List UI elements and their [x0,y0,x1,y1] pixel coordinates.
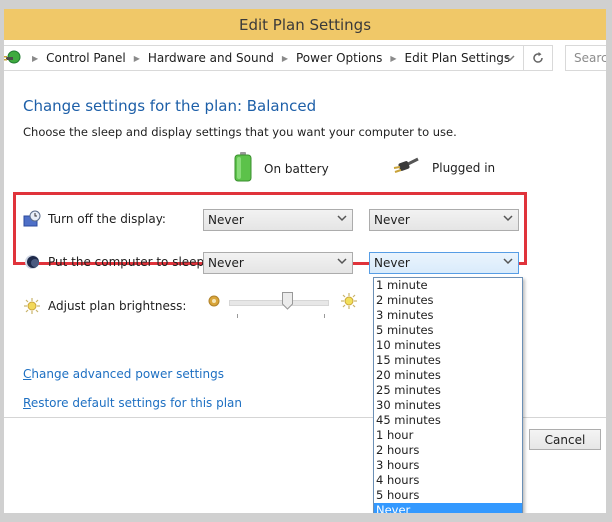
breadcrumb-power-options[interactable]: ▶ Power Options [274,51,383,65]
power-plug-icon [392,156,422,179]
display-timer-icon [23,210,41,228]
search-input[interactable]: Search [565,45,606,71]
refresh-icon [533,52,543,63]
sleep-plugged-in-dropdown-list[interactable]: 1 minute 2 minutes 3 minutes 5 minutes 10 mi… [373,277,523,513]
chevron-right-icon: ▶ [281,53,288,63]
brightness-slider[interactable] [204,292,364,322]
window-title: Edit Plan Settings [238,15,372,34]
sleep-on-battery-select[interactable]: Never [203,252,353,274]
dropdown-option[interactable]: 1 minute [374,278,522,293]
address-bar: ▶ Control Panel ▶ Hardware and Sound ▶ P… [4,40,606,76]
restore-default-settings-link[interactable]: Restore default settings for this plan [23,396,242,410]
sleep-label: Put the computer to sleep: [23,253,208,271]
chevron-right-icon: ▶ [390,53,397,63]
column-header-plugged-in: Plugged in [392,156,495,179]
dropdown-option[interactable]: 1 hour [374,428,522,443]
dropdown-option[interactable]: 25 minutes [374,383,522,398]
dropdown-option[interactable]: 30 minutes [374,398,522,413]
dropdown-option[interactable]: 15 minutes [374,353,522,368]
dropdown-option[interactable]: 5 minutes [374,323,522,338]
slider-tick [324,314,325,318]
edit-plan-settings-window: Edit Plan Settings ▶ Control Panel ▶ Har… [4,9,606,513]
slider-thumb[interactable] [282,292,294,310]
chevron-right-icon: ▶ [133,53,140,63]
cancel-button[interactable]: Cancel [529,429,601,450]
dropdown-option[interactable]: 20 minutes [374,368,522,383]
title-bar: Edit Plan Settings [4,9,606,40]
page-description: Choose the sleep and display settings th… [23,125,457,139]
sleep-moon-icon [23,253,41,271]
address-field[interactable]: ▶ Control Panel ▶ Hardware and Sound ▶ P… [4,45,553,71]
address-history-dropdown[interactable] [500,46,520,70]
sleep-plugged-in-select[interactable]: Never [369,252,519,274]
chevron-down-icon [505,55,515,62]
breadcrumb-edit-plan-settings[interactable]: ▶ Edit Plan Settings [382,51,510,65]
dropdown-option[interactable]: 45 minutes [374,413,522,428]
slider-tick [237,314,238,318]
brightness-high-icon [340,292,358,313]
brightness-label: Adjust plan brightness: [23,297,186,315]
chevron-down-icon [337,257,347,268]
dropdown-option[interactable]: 2 hours [374,443,522,458]
change-advanced-power-settings-link[interactable]: Change advanced power settings [23,367,224,381]
column-header-on-battery: On battery [234,152,329,185]
display-off-plugged-in-select[interactable]: Never [369,209,519,231]
plugged-in-label: Plugged in [432,160,496,175]
brightness-sun-icon [23,297,41,315]
battery-icon [234,152,252,185]
chevron-down-icon [337,214,347,225]
on-battery-label: On battery [264,161,329,176]
chevron-right-icon: ▶ [32,53,39,63]
dropdown-option[interactable]: 3 minutes [374,308,522,323]
refresh-button[interactable] [523,46,552,70]
brightness-low-icon [208,295,220,310]
dropdown-option[interactable]: 10 minutes [374,338,522,353]
chevron-down-icon [503,257,513,268]
breadcrumb-hardware-and-sound[interactable]: ▶ Hardware and Sound [126,51,274,65]
dropdown-option[interactable]: 5 hours [374,488,522,503]
chevron-down-icon [503,214,513,225]
dropdown-option[interactable]: 4 hours [374,473,522,488]
power-options-icon [4,48,24,68]
dropdown-option[interactable]: 2 minutes [374,293,522,308]
dropdown-option[interactable]: Never [374,503,522,513]
page-title: Change settings for the plan: Balanced [23,97,317,115]
display-off-on-battery-select[interactable]: Never [203,209,353,231]
dropdown-option[interactable]: 3 hours [374,458,522,473]
slider-track[interactable] [229,300,329,306]
breadcrumb-control-panel[interactable]: ▶ Control Panel [24,51,126,65]
search-placeholder: Search [574,51,606,65]
turn-off-display-label: Turn off the display: [23,210,166,228]
